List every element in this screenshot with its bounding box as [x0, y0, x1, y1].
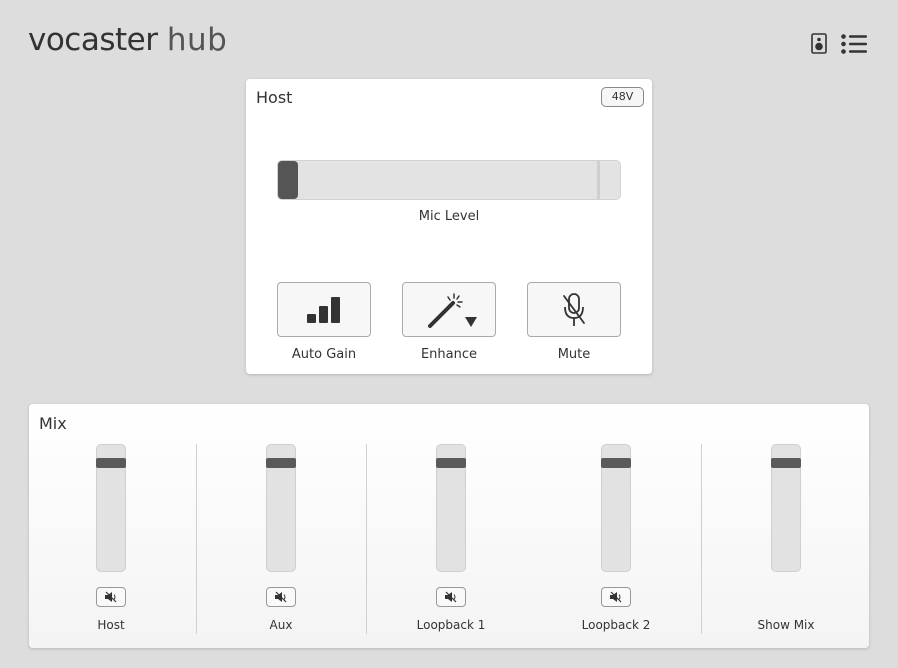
show-mix-channel-label: Show Mix: [757, 618, 815, 632]
loopback-1-fader-thumb[interactable]: [436, 458, 466, 468]
loopback-1-channel-label: Loopback 1: [416, 618, 486, 632]
mix-panel: Mix Host Aux Loopback 1 Loopback 2 Show …: [29, 404, 869, 648]
channel-divider: [701, 444, 702, 634]
loopback-2-fader-thumb[interactable]: [601, 458, 631, 468]
loopback-1-mute-button[interactable]: [436, 587, 466, 607]
mute-label: Mute: [557, 347, 591, 362]
speaker-mute-icon: [445, 591, 457, 603]
mic-mute-button[interactable]: [527, 282, 621, 337]
host-fader-thumb[interactable]: [96, 458, 126, 468]
slider-end-marker: [597, 161, 600, 199]
loopback-2-mute-button[interactable]: [601, 587, 631, 607]
mic-level-slider-thumb[interactable]: [278, 161, 298, 199]
mic-level-label: Mic Level: [418, 209, 480, 224]
host-panel: Host 48V Mic Level Auto Gain Enhance Mut…: [246, 79, 652, 374]
host-panel-title: Host: [256, 88, 293, 107]
aux-fader-thumb[interactable]: [266, 458, 296, 468]
auto-gain-button[interactable]: [277, 282, 371, 337]
speaker-mute-icon: [105, 591, 117, 603]
host-fader[interactable]: [96, 444, 126, 572]
speaker-mute-icon: [275, 591, 287, 603]
channel-divider: [366, 444, 367, 634]
auto-gain-label: Auto Gain: [291, 347, 357, 362]
aux-fader[interactable]: [266, 444, 296, 572]
host-mute-button[interactable]: [96, 587, 126, 607]
loopback-2-fader[interactable]: [601, 444, 631, 572]
speaker-mute-icon: [610, 591, 622, 603]
show-mix-fader-thumb[interactable]: [771, 458, 801, 468]
speaker-icon: [811, 33, 827, 54]
bar-chart-icon: [307, 296, 340, 323]
vocaster-hub-window: vocaster hub Host 48V Mic Level Auto Gai…: [0, 0, 898, 668]
app-logo: vocaster hub: [28, 22, 228, 58]
aux-channel-label: Aux: [269, 618, 293, 632]
loopback-2-channel-label: Loopback 2: [581, 618, 651, 632]
magic-wand-icon: [428, 292, 477, 328]
mic-level-slider[interactable]: [277, 160, 621, 200]
channel-divider: [196, 444, 197, 634]
enhance-label: Enhance: [420, 347, 478, 362]
host-channel-label: Host: [97, 618, 125, 632]
show-mix-fader[interactable]: [771, 444, 801, 572]
mic-off-icon: [563, 292, 585, 326]
enhance-button[interactable]: [402, 282, 496, 337]
phantom-power-button[interactable]: 48V: [601, 87, 644, 107]
menu-list-icon: [841, 34, 867, 54]
mix-panel-title: Mix: [39, 414, 67, 433]
loopback-1-fader[interactable]: [436, 444, 466, 572]
aux-mute-button[interactable]: [266, 587, 296, 607]
speaker-button[interactable]: [811, 33, 827, 54]
menu-button[interactable]: [841, 34, 867, 54]
